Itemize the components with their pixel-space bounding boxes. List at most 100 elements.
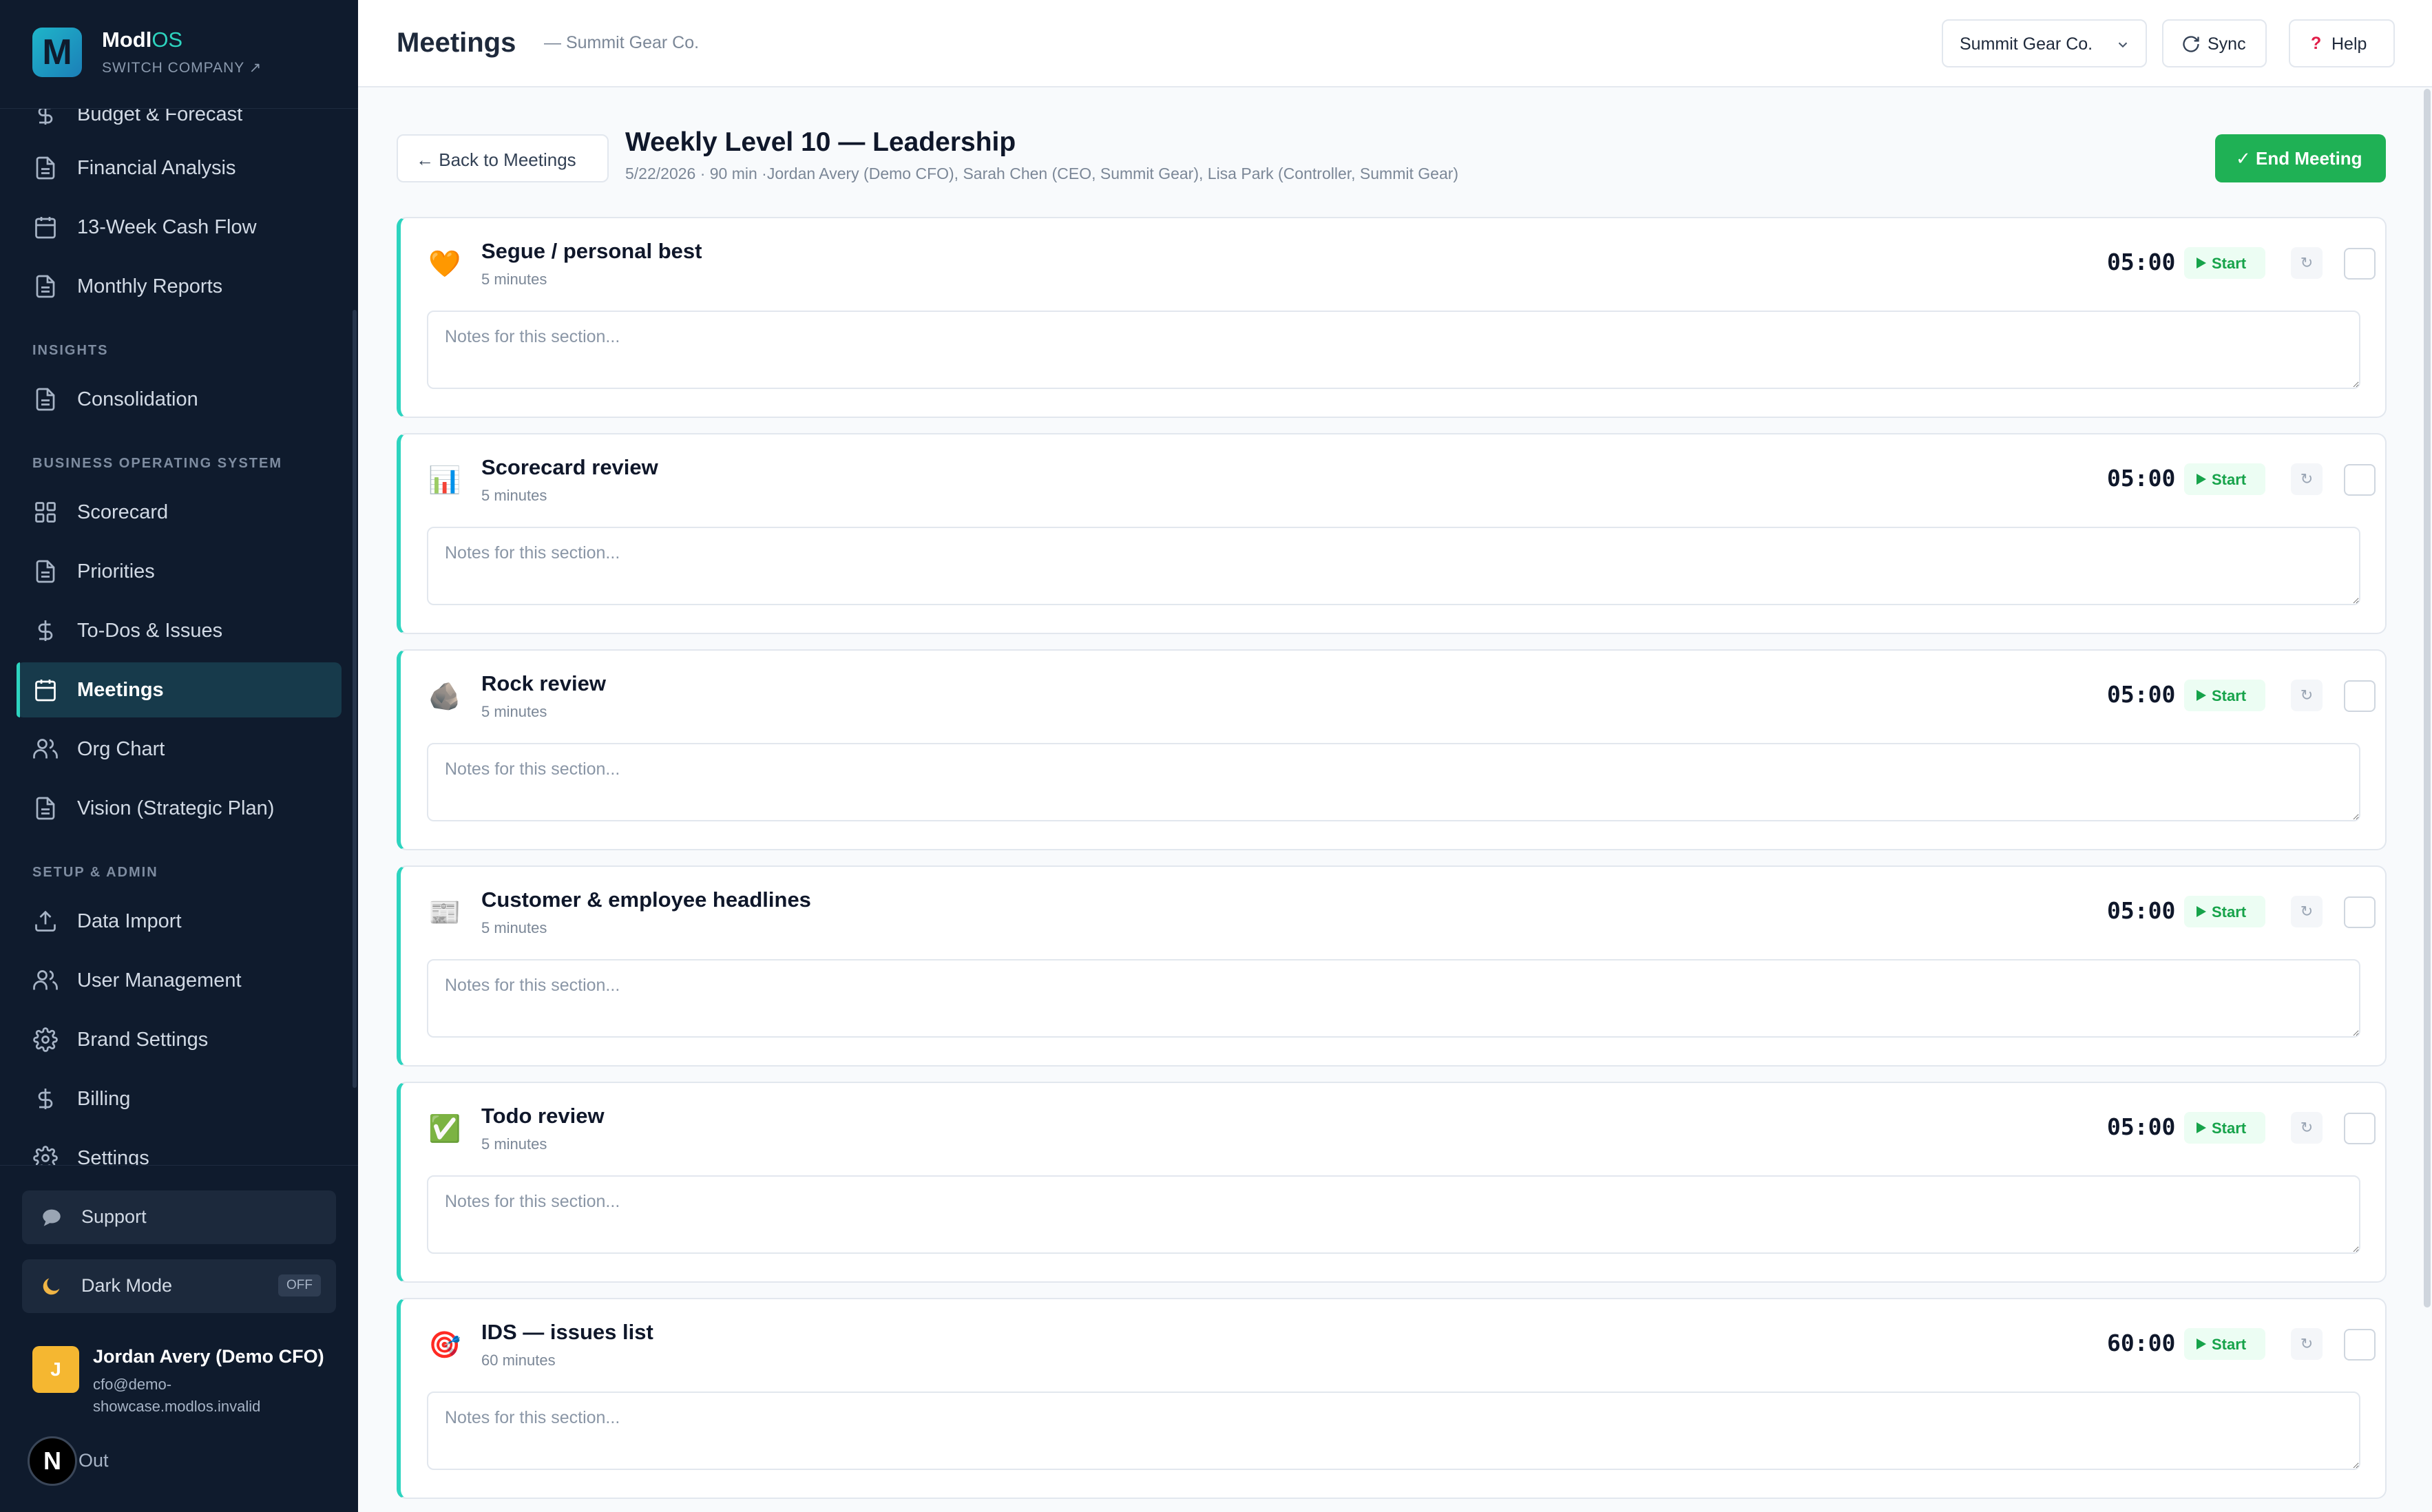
section-notes-input[interactable]: [427, 1392, 2360, 1470]
main-scrollbar[interactable]: [2424, 89, 2431, 1308]
brand-logo[interactable]: M: [32, 28, 82, 77]
section-reset-button[interactable]: ↻: [2291, 680, 2323, 711]
dark-mode-label: Dark Mode: [81, 1275, 173, 1296]
section-reset-button[interactable]: ↻: [2291, 247, 2323, 279]
sidebar-item-meetings[interactable]: Meetings: [17, 662, 342, 717]
document-icon: [36, 797, 55, 820]
sidebar-item-label: Data Import: [77, 910, 182, 932]
section-start-button[interactable]: Start: [2184, 1328, 2265, 1360]
rock-icon: 🪨: [428, 682, 461, 711]
topbar: Meetings — Summit Gear Co. Summit Gear C…: [358, 0, 2432, 87]
section-complete-checkbox[interactable]: [2344, 464, 2376, 496]
section-start-button[interactable]: Start: [2184, 680, 2265, 711]
sidebar-item-consolidation[interactable]: Consolidation: [17, 372, 342, 427]
agenda-section-2: 📊 Scorecard review 5 minutes 05:00 Start…: [397, 433, 2387, 634]
sidebar-item-priorities[interactable]: Priorities: [17, 544, 342, 599]
help-label: Help: [2331, 34, 2367, 54]
section-start-button[interactable]: Start: [2184, 896, 2265, 927]
sidebar-item-label: Billing: [77, 1088, 131, 1110]
sidebar-item-user-management[interactable]: User Management: [17, 953, 342, 1008]
company-select[interactable]: Summit Gear Co.: [1942, 19, 2147, 67]
section-notes-input[interactable]: [427, 743, 2360, 821]
sidebar: Budget & Forecast Financial Analysis 13-…: [0, 0, 358, 1512]
sidebar-item-org-chart[interactable]: Org Chart: [17, 722, 342, 777]
end-meeting-label: ✓ End Meeting: [2236, 148, 2362, 169]
section-notes-input[interactable]: [427, 959, 2360, 1038]
dollar-icon: [38, 620, 53, 641]
document-icon: [36, 156, 55, 180]
section-complete-checkbox[interactable]: [2344, 248, 2376, 280]
sidebar-item-label: Vision (Strategic Plan): [77, 797, 275, 819]
sidebar-item-scorecard[interactable]: Scorecard: [17, 485, 342, 540]
section-start-button[interactable]: Start: [2184, 1112, 2265, 1144]
sidebar-item-financial-analysis[interactable]: Financial Analysis: [17, 140, 342, 196]
meeting-meta: 5/22/2026 · 90 min ·Jordan Avery (Demo C…: [625, 165, 1459, 182]
main-content: ← Back to Meetings Weekly Level 10 — Lea…: [358, 89, 2432, 1512]
calendar-icon: [35, 680, 56, 702]
grid-icon: [35, 502, 56, 523]
checkbox-icon: ✅: [428, 1115, 461, 1144]
section-title: Rock review: [481, 671, 606, 695]
play-icon: [2197, 474, 2206, 485]
support-label: Support: [81, 1206, 147, 1227]
back-to-meetings-button[interactable]: ← Back to Meetings: [397, 134, 609, 182]
sidebar-scrollbar[interactable]: [353, 310, 357, 1088]
support-button[interactable]: Support: [22, 1190, 336, 1244]
section-duration: 60 minutes: [481, 1352, 556, 1369]
sidebar-item-todos-issues[interactable]: To-Dos & Issues: [17, 603, 342, 658]
document-icon: [36, 275, 55, 298]
section-complete-checkbox[interactable]: [2344, 680, 2376, 712]
sidebar-item-label: Org Chart: [77, 738, 165, 760]
page-title: Meetings: [397, 28, 516, 58]
back-label: ← Back to Meetings: [416, 149, 576, 170]
sync-button[interactable]: Sync: [2162, 19, 2267, 67]
sidebar-item-label: Priorities: [77, 560, 155, 582]
avatar: J: [32, 1346, 79, 1393]
section-reset-button[interactable]: ↻: [2291, 896, 2323, 927]
switch-company-link[interactable]: SWITCH COMPANY ↗: [102, 59, 262, 76]
meeting-title: Weekly Level 10 — Leadership: [625, 127, 1016, 157]
refresh-icon: [2183, 36, 2199, 52]
section-reset-button[interactable]: ↻: [2291, 1328, 2323, 1360]
play-icon: [2197, 690, 2206, 701]
section-notes-input[interactable]: [427, 311, 2360, 389]
sidebar-item-label: User Management: [77, 969, 242, 991]
brand-name-main: Modl: [102, 28, 152, 52]
section-title: Customer & employee headlines: [481, 888, 811, 912]
section-complete-checkbox[interactable]: [2344, 1113, 2376, 1144]
section-title: IDS — issues list: [481, 1320, 653, 1344]
sidebar-item-label: Consolidation: [77, 388, 198, 410]
help-button[interactable]: ? Help: [2289, 19, 2395, 67]
section-duration: 5 minutes: [481, 271, 547, 288]
end-meeting-button[interactable]: ✓ End Meeting: [2215, 134, 2386, 182]
section-title: Segue / personal best: [481, 239, 702, 263]
document-icon: [36, 388, 55, 411]
sidebar-item-brand-settings[interactable]: Brand Settings: [17, 1012, 342, 1067]
section-notes-input[interactable]: [427, 527, 2360, 605]
sidebar-item-cash-flow[interactable]: 13-Week Cash Flow: [17, 200, 342, 255]
section-timer: 05:00: [2107, 465, 2176, 492]
users-icon: [33, 970, 58, 990]
section-start-button[interactable]: Start: [2184, 463, 2265, 495]
sidebar-item-label: Financial Analysis: [77, 157, 236, 179]
dark-mode-toggle[interactable]: Dark Mode OFF: [22, 1259, 336, 1313]
sidebar-item-data-import[interactable]: Data Import: [17, 894, 342, 949]
sidebar-item-billing[interactable]: Billing: [17, 1071, 342, 1126]
dark-mode-state: OFF: [278, 1274, 321, 1296]
agenda-section-4: 📰 Customer & employee headlines 5 minute…: [397, 865, 2387, 1067]
section-notes-input[interactable]: [427, 1175, 2360, 1254]
sidebar-item-vision[interactable]: Vision (Strategic Plan): [17, 781, 342, 836]
section-reset-button[interactable]: ↻: [2291, 1112, 2323, 1144]
section-complete-checkbox[interactable]: [2344, 896, 2376, 928]
section-timer: 05:00: [2107, 1113, 2176, 1140]
sidebar-item-label: Scorecard: [77, 501, 169, 523]
section-complete-checkbox[interactable]: [2344, 1329, 2376, 1361]
section-start-button[interactable]: Start: [2184, 247, 2265, 279]
agenda-section-6: 🎯 IDS — issues list 60 minutes 60:00 Sta…: [397, 1298, 2387, 1499]
nextjs-badge[interactable]: N: [28, 1436, 77, 1486]
section-reset-button[interactable]: ↻: [2291, 463, 2323, 495]
sidebar-item-monthly-reports[interactable]: Monthly Reports: [17, 259, 342, 314]
target-icon: 🎯: [428, 1331, 461, 1360]
sign-out-link[interactable]: Out: [78, 1450, 109, 1471]
agenda-section-1: 🧡 Segue / personal best 5 minutes 05:00 …: [397, 217, 2387, 418]
